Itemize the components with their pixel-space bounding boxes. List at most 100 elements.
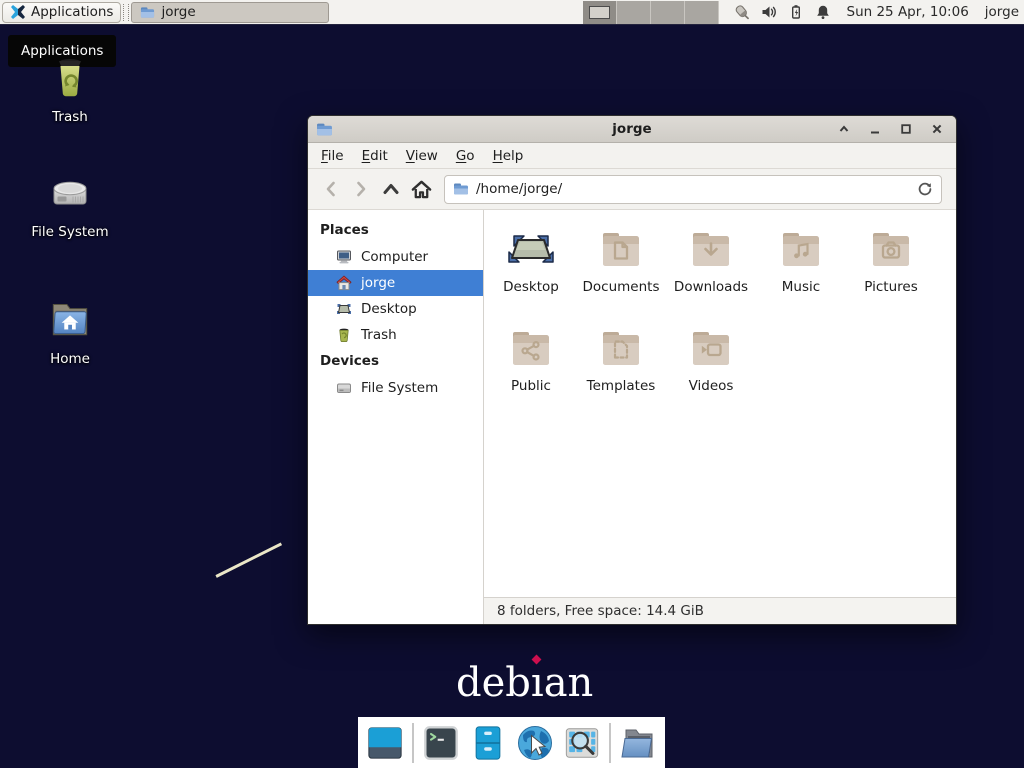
statusbar: 8 folders, Free space: 14.4 GiB xyxy=(484,597,956,624)
folder-icon xyxy=(140,5,155,20)
sidebar-item-desktop[interactable]: Desktop xyxy=(308,296,483,322)
sidebar-item-trash[interactable]: Trash xyxy=(308,322,483,348)
notifications-bell-icon[interactable] xyxy=(815,4,831,20)
folder-templates-icon xyxy=(597,324,645,372)
debian-logo-text: an xyxy=(544,660,594,706)
file-item-label: Videos xyxy=(689,378,734,394)
file-item-documents[interactable]: Documents xyxy=(576,225,666,323)
file-item-videos[interactable]: Videos xyxy=(666,324,756,422)
show-desktop-icon xyxy=(366,724,404,762)
sidebar-devices-header: Devices xyxy=(308,348,483,375)
sidebar-item-file-system[interactable]: File System xyxy=(308,375,483,401)
sidebar-places-header: Places xyxy=(308,217,483,244)
panel-clock[interactable]: Sun 25 Apr, 10:06 xyxy=(847,4,969,20)
location-bar[interactable]: /home/jorge/ xyxy=(444,175,942,204)
volume-icon[interactable] xyxy=(761,4,777,20)
file-item-label: Templates xyxy=(587,378,656,394)
debian-logo-text: deb xyxy=(456,660,531,706)
workspace-window-thumb xyxy=(589,6,610,19)
file-item-downloads[interactable]: Downloads xyxy=(666,225,756,323)
file-item-templates[interactable]: Templates xyxy=(576,324,666,422)
computer-icon xyxy=(336,249,352,265)
trash-icon xyxy=(336,327,352,343)
file-item-public[interactable]: Public xyxy=(486,324,576,422)
dock-panel xyxy=(358,717,665,768)
file-cabinet-icon xyxy=(469,724,507,762)
sidebar-item-label: Desktop xyxy=(361,301,417,317)
file-item-pictures[interactable]: Pictures xyxy=(846,225,936,323)
desktop-icon-filesystem[interactable]: File System xyxy=(22,168,118,240)
up-button[interactable] xyxy=(376,175,406,203)
taskbar-window-button[interactable]: jorge xyxy=(131,2,329,23)
system-tray xyxy=(733,4,831,21)
globe-browser-icon xyxy=(515,723,555,763)
show-desktop-button[interactable] xyxy=(365,723,405,763)
panel-handle[interactable] xyxy=(123,4,129,21)
xfce-applications-icon xyxy=(10,4,26,20)
menubar: File Edit View Go Help xyxy=(308,143,956,169)
maximize-button[interactable] xyxy=(897,120,915,138)
sidebar: Places Computer xyxy=(308,210,484,624)
applications-menu-button[interactable]: Applications xyxy=(2,2,121,23)
sidebar-item-jorge[interactable]: jorge xyxy=(308,270,483,296)
sidebar-item-label: File System xyxy=(361,380,438,396)
file-manager-launcher[interactable] xyxy=(468,723,508,763)
files-folder-launcher[interactable] xyxy=(618,723,658,763)
home-button[interactable] xyxy=(406,175,436,203)
hard-drive-icon xyxy=(46,168,94,216)
terminal-launcher[interactable] xyxy=(421,723,461,763)
file-item-label: Public xyxy=(511,378,551,394)
menu-view[interactable]: View xyxy=(397,144,447,168)
file-item-music[interactable]: Music xyxy=(756,225,846,323)
folder-icon xyxy=(453,181,469,197)
arrow-up-icon xyxy=(381,179,401,199)
statusbar-text: 8 folders, Free space: 14.4 GiB xyxy=(497,603,704,619)
menu-edit[interactable]: Edit xyxy=(353,144,397,168)
window-titlebar[interactable]: jorge xyxy=(308,116,956,143)
desktop-pad-icon xyxy=(507,225,555,273)
back-button[interactable] xyxy=(316,175,346,203)
web-browser-launcher[interactable] xyxy=(515,723,555,763)
hard-drive-icon xyxy=(336,380,352,396)
desktop: Applications jorge xyxy=(0,0,1024,768)
menu-file[interactable]: File xyxy=(312,144,353,168)
home-folder-icon xyxy=(45,293,95,343)
application-finder-launcher[interactable] xyxy=(562,723,602,763)
mouse-device-icon[interactable] xyxy=(733,4,750,21)
workspace-cell-2[interactable] xyxy=(617,1,651,24)
reload-icon[interactable] xyxy=(917,181,933,197)
file-item-label: Desktop xyxy=(503,279,559,295)
folder-videos-icon xyxy=(687,324,735,372)
file-item-desktop[interactable]: Desktop xyxy=(486,225,576,323)
location-path[interactable]: /home/jorge/ xyxy=(476,181,910,197)
window-controls xyxy=(835,120,946,138)
folder-music-icon xyxy=(777,225,825,273)
workspace-cell-3[interactable] xyxy=(651,1,685,24)
shade-button[interactable] xyxy=(835,120,853,138)
file-manager-window: jorge File Edit View Go Help xyxy=(307,115,957,625)
workspace-cell-1[interactable] xyxy=(583,1,617,24)
close-button[interactable] xyxy=(928,120,946,138)
desktop-icon-label: Trash xyxy=(52,109,88,125)
open-folder-icon xyxy=(618,723,658,763)
forward-button[interactable] xyxy=(346,175,376,203)
menu-go[interactable]: Go xyxy=(447,144,484,168)
menu-help[interactable]: Help xyxy=(484,144,533,168)
file-item-label: Documents xyxy=(583,279,660,295)
desktop-icon-home[interactable]: Home xyxy=(22,293,118,367)
desktop-icon xyxy=(336,301,352,317)
applications-menu-label: Applications xyxy=(31,4,113,20)
folder-pictures-icon xyxy=(867,225,915,273)
debian-logo: debıan xyxy=(456,660,593,706)
dock-separator xyxy=(609,723,611,763)
panel-username[interactable]: jorge xyxy=(985,4,1019,20)
stray-line-artifact xyxy=(215,542,281,577)
folder-downloads-icon xyxy=(687,225,735,273)
desktop-icon-trash[interactable]: Trash xyxy=(22,53,118,125)
minimize-button[interactable] xyxy=(866,120,884,138)
home-icon xyxy=(336,275,352,291)
toolbar: /home/jorge/ xyxy=(308,169,956,210)
sidebar-item-computer[interactable]: Computer xyxy=(308,244,483,270)
battery-icon[interactable] xyxy=(788,4,804,20)
workspace-cell-4[interactable] xyxy=(685,1,719,24)
